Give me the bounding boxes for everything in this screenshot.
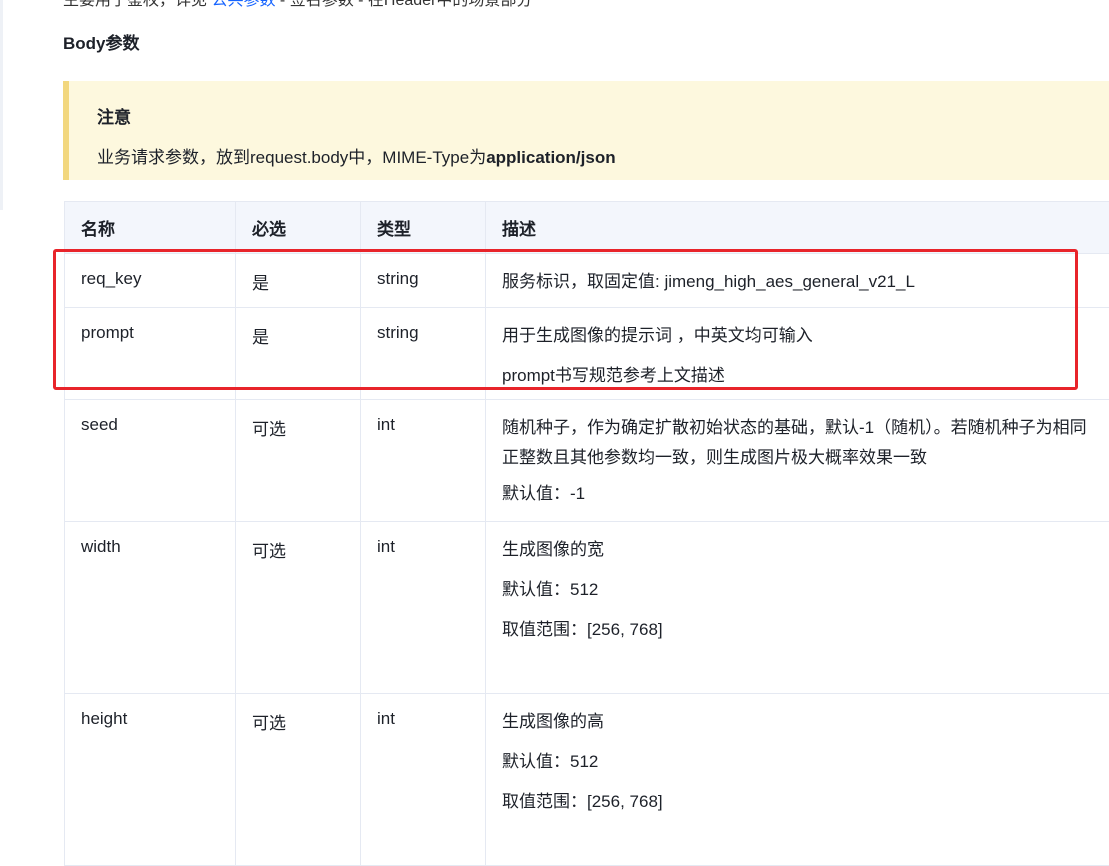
intro-text: 主要用于鉴权，详见 公共参数 - 签名参数 - 在Header中的场景部分 [63, 0, 532, 11]
description-line: 服务标识，取固定值: jimeng_high_aes_general_v21_L [502, 269, 1094, 295]
param-name: prompt [65, 308, 236, 400]
description-line: 生成图像的高 [502, 709, 1094, 735]
note-title: 注意 [97, 103, 131, 128]
description-line: 生成图像的宽 [502, 537, 1094, 563]
description-line: prompt书写规范参考上文描述 [502, 363, 1094, 389]
table-row: req_key 是 string 服务标识，取固定值: jimeng_high_… [65, 254, 1109, 308]
param-type: int [361, 522, 486, 694]
note-text: 业务请求参数，放到request.body中，MIME-Type为applica… [97, 143, 616, 168]
param-description: 用于生成图像的提示词 ，中英文均可输入 prompt书写规范参考上文描述 [486, 308, 1109, 400]
description-line: 取值范围：[256, 768] [502, 617, 1094, 643]
param-type: string [361, 254, 486, 308]
note-text-mime: application/json [486, 148, 615, 167]
public-params-link[interactable]: 公共参数 [211, 0, 275, 9]
param-required: 是 [236, 308, 361, 400]
param-name: height [65, 694, 236, 866]
header-type: 类型 [361, 202, 486, 254]
param-name: req_key [65, 254, 236, 308]
description-line: 取值范围：[256, 768] [502, 789, 1094, 815]
param-description: 随机种子，作为确定扩散初始状态的基础，默认-1（随机）。若随机种子为相同正整数且… [486, 400, 1109, 522]
sidebar-edge [0, 0, 3, 210]
param-description: 生成图像的高 默认值：512 取值范围：[256, 768] [486, 694, 1109, 866]
description-line: 默认值：512 [502, 577, 1094, 603]
description-line: 随机种子，作为确定扩散初始状态的基础，默认-1（随机）。若随机种子为相同正整数且… [502, 413, 1094, 473]
table-row: prompt 是 string 用于生成图像的提示词 ，中英文均可输入 prom… [65, 308, 1109, 400]
param-required: 可选 [236, 694, 361, 866]
param-required: 可选 [236, 400, 361, 522]
param-required: 可选 [236, 522, 361, 694]
intro-suffix: - 签名参数 - 在Header中的场景部分 [275, 0, 532, 9]
note-callout: 注意 业务请求参数，放到request.body中，MIME-Type为appl… [63, 81, 1109, 180]
param-description: 服务标识，取固定值: jimeng_high_aes_general_v21_L [486, 254, 1109, 308]
table-header-row: 名称 必选 类型 描述 [65, 202, 1109, 254]
param-name: width [65, 522, 236, 694]
description-line: 默认值：-1 [502, 481, 1094, 507]
description-line: 用于生成图像的提示词 ，中英文均可输入 [502, 323, 1094, 349]
table-row: seed 可选 int 随机种子，作为确定扩散初始状态的基础，默认-1（随机）。… [65, 400, 1109, 522]
description-line: 默认值：512 [502, 749, 1094, 775]
param-type: string [361, 308, 486, 400]
table-row: width 可选 int 生成图像的宽 默认值：512 取值范围：[256, 7… [65, 522, 1109, 694]
body-params-table: 名称 必选 类型 描述 req_key 是 string 服务标识，取固定值: … [64, 201, 1109, 866]
intro-prefix: 主要用于鉴权，详见 [63, 0, 211, 9]
header-required: 必选 [236, 202, 361, 254]
param-description: 生成图像的宽 默认值：512 取值范围：[256, 768] [486, 522, 1109, 694]
param-name: seed [65, 400, 236, 522]
param-type: int [361, 694, 486, 866]
section-title: Body参数 [63, 33, 140, 55]
header-description: 描述 [486, 202, 1109, 254]
param-type: int [361, 400, 486, 522]
note-text-prefix: 业务请求参数，放到request.body中，MIME-Type为 [97, 148, 486, 167]
param-required: 是 [236, 254, 361, 308]
header-name: 名称 [65, 202, 236, 254]
table-row: height 可选 int 生成图像的高 默认值：512 取值范围：[256, … [65, 694, 1109, 866]
